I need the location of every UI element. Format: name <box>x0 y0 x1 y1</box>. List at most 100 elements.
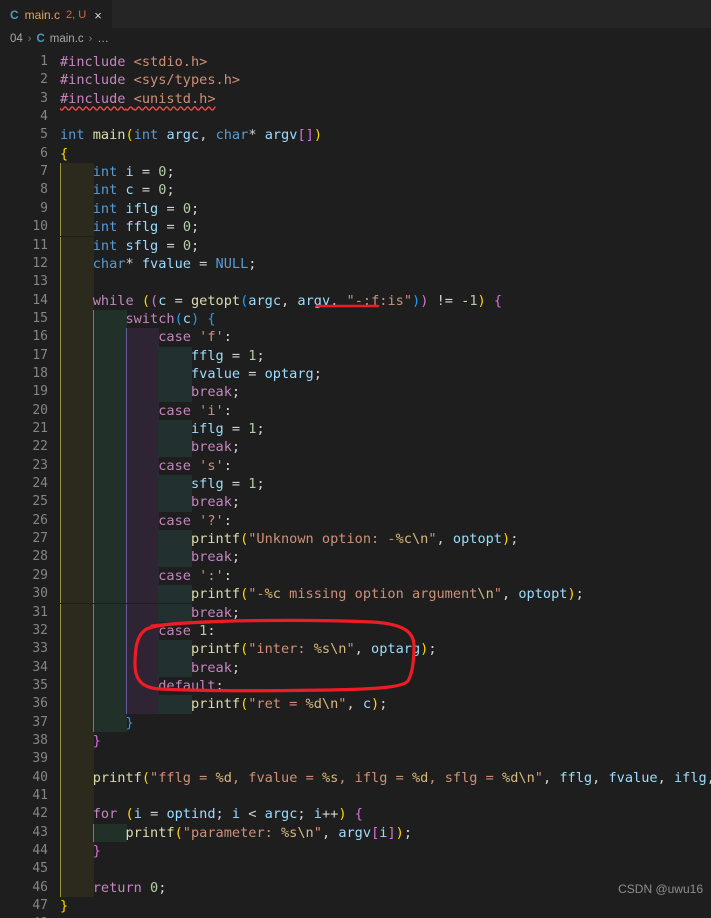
code-text[interactable]: break; <box>60 604 240 622</box>
code-line[interactable]: 45 <box>0 860 711 879</box>
code-text[interactable]: printf("Unknown option: -%c\n", optopt); <box>60 530 518 548</box>
code-text[interactable]: #include <stdio.h> <box>60 53 207 71</box>
code-line[interactable]: 2 #include <sys/types.h> <box>0 71 711 89</box>
code-line[interactable]: 7 int i = 0; <box>0 163 711 182</box>
code-line[interactable]: 30 printf("-%c missing option argument\n… <box>0 585 711 604</box>
code-text[interactable]: case 'i': <box>60 402 232 420</box>
breadcrumb-file[interactable]: main.c <box>50 33 84 45</box>
code-text[interactable]: break; <box>60 493 240 511</box>
code-text[interactable]: case 's': <box>60 457 232 475</box>
code-line[interactable]: 8 int c = 0; <box>0 181 711 200</box>
code-line[interactable]: 31 break; <box>0 603 711 622</box>
breadcrumb-symbol-ellipsis[interactable]: … <box>97 33 109 45</box>
code-text[interactable]: case ':': <box>60 567 232 585</box>
code-line[interactable]: 21 iflg = 1; <box>0 420 711 439</box>
code-line[interactable]: 27 printf("Unknown option: -%c\n", optop… <box>0 530 711 549</box>
code-line[interactable]: 47} <box>0 897 711 915</box>
line-number: 1 <box>40 54 48 69</box>
code-line[interactable]: 23 case 's': <box>0 456 711 476</box>
code-line[interactable]: 42 for (i = optind; i < argc; i++) { <box>0 805 711 824</box>
code-line[interactable]: 37 } <box>0 713 711 732</box>
tab-main-c[interactable]: C main.c 2, U × <box>0 0 112 29</box>
code-line[interactable]: 29 case ':': <box>0 566 711 586</box>
code-text[interactable]: printf("-%c missing option argument\n", … <box>60 585 584 603</box>
code-line[interactable]: 28 break; <box>0 548 711 567</box>
code-line[interactable]: 40 printf("fflg = %d, fvalue = %s, iflg … <box>0 768 711 787</box>
code-text[interactable]: int main(int argc, char* argv[]) <box>60 126 322 144</box>
code-line[interactable]: 1 #include <stdio.h> <box>0 53 711 71</box>
code-text[interactable]: case '?': <box>60 512 232 530</box>
code-line[interactable]: 41 <box>0 787 711 806</box>
code-text[interactable]: iflg = 1; <box>60 420 265 438</box>
code-text[interactable]: fflg = 1; <box>60 347 265 365</box>
code-lines-container[interactable]: 1 #include <stdio.h> 2 #include <sys/types.… <box>0 50 711 918</box>
code-text[interactable]: case 1: <box>60 622 215 640</box>
close-icon[interactable]: × <box>92 9 104 22</box>
code-text[interactable]: while ((c = getopt(argc, argv, "-:f:is")… <box>60 292 502 310</box>
code-text[interactable]: { <box>60 145 68 163</box>
code-text[interactable]: case 'f': <box>60 328 232 346</box>
code-line[interactable]: 46 return 0; <box>0 878 711 898</box>
code-line[interactable]: 13 <box>0 273 711 292</box>
code-line[interactable]: 9 int iflg = 0; <box>0 199 711 219</box>
line-number: 39 <box>32 751 48 767</box>
code-text[interactable]: } <box>60 732 101 750</box>
code-line[interactable]: 20 case 'i': <box>0 401 711 420</box>
code-text[interactable]: printf("ret = %d\n", c); <box>60 695 387 713</box>
code-line[interactable]: 25 break; <box>0 493 711 512</box>
code-text[interactable]: int fflg = 0; <box>60 218 199 236</box>
code-text[interactable]: char* fvalue = NULL; <box>60 255 257 273</box>
code-line[interactable]: 39 <box>0 750 711 769</box>
code-line[interactable]: 32 case 1: <box>0 621 711 641</box>
code-text[interactable]: int iflg = 0; <box>60 200 199 218</box>
code-line[interactable]: 19 break; <box>0 383 711 402</box>
code-text[interactable]: default: <box>60 677 223 695</box>
code-line[interactable]: 35 default: <box>0 676 711 696</box>
code-line[interactable]: 10 int fflg = 0; <box>0 218 711 237</box>
code-line[interactable]: 16 case 'f': <box>0 328 711 347</box>
code-line[interactable]: 3 #include <unistd.h> <box>0 90 711 108</box>
code-line[interactable]: 12 char* fvalue = NULL; <box>0 254 711 274</box>
code-text[interactable]: printf("fflg = %d, fvalue = %s, iflg = %… <box>60 769 711 787</box>
code-text[interactable]: printf("parameter: %s\n", argv[i]); <box>60 824 412 842</box>
code-editor[interactable]: 1 #include <stdio.h> 2 #include <sys/types.… <box>0 50 711 918</box>
code-text[interactable]: fvalue = optarg; <box>60 365 322 383</box>
breadcrumb-folder[interactable]: 04 <box>10 33 23 45</box>
code-line[interactable]: 15 switch(c) { <box>0 309 711 329</box>
code-text[interactable]: switch(c) { <box>60 310 215 328</box>
code-line[interactable]: 36 printf("ret = %d\n", c); <box>0 695 711 714</box>
code-line[interactable]: 38 } <box>0 731 711 751</box>
code-text[interactable]: int sflg = 0; <box>60 237 199 255</box>
code-line[interactable]: 26 case '?': <box>0 511 711 531</box>
code-text[interactable]: printf("inter: %s\n", optarg); <box>60 640 437 658</box>
code-text[interactable]: #include <unistd.h> <box>60 90 216 108</box>
indent-guide <box>60 860 94 879</box>
code-text[interactable]: } <box>60 714 133 732</box>
code-line[interactable]: 24 sflg = 1; <box>0 475 711 494</box>
code-line[interactable]: 44 } <box>0 842 711 861</box>
code-line[interactable]: 17 fflg = 1; <box>0 346 711 365</box>
code-line[interactable]: 22 break; <box>0 438 711 457</box>
code-text[interactable]: return 0; <box>60 879 167 897</box>
code-text[interactable]: } <box>60 842 101 860</box>
code-line[interactable]: 33 printf("inter: %s\n", optarg); <box>0 640 711 659</box>
code-text[interactable]: sflg = 1; <box>60 475 265 493</box>
code-line[interactable]: 34 break; <box>0 658 711 677</box>
code-text[interactable]: for (i = optind; i < argc; i++) { <box>60 805 363 823</box>
code-line[interactable]: 5 int main(int argc, char* argv[]) <box>0 126 711 144</box>
code-text[interactable]: break; <box>60 383 240 401</box>
code-line[interactable]: 11 int sflg = 0; <box>0 236 711 255</box>
code-text[interactable]: #include <sys/types.h> <box>60 71 240 89</box>
code-text[interactable]: int c = 0; <box>60 181 175 199</box>
code-text[interactable]: break; <box>60 438 240 456</box>
code-text[interactable]: break; <box>60 548 240 566</box>
code-line[interactable]: 4 <box>0 108 711 126</box>
code-line[interactable]: 43 printf("parameter: %s\n", argv[i]); <box>0 823 711 843</box>
code-text[interactable]: break; <box>60 659 240 677</box>
code-line[interactable]: 6{ <box>0 145 711 163</box>
code-line[interactable]: 14 while ((c = getopt(argc, argv, "-:f:i… <box>0 291 711 310</box>
line-number: 8 <box>40 182 48 198</box>
code-line[interactable]: 18 fvalue = optarg; <box>0 364 711 384</box>
code-text[interactable]: int i = 0; <box>60 163 175 181</box>
code-text[interactable]: } <box>60 897 68 915</box>
